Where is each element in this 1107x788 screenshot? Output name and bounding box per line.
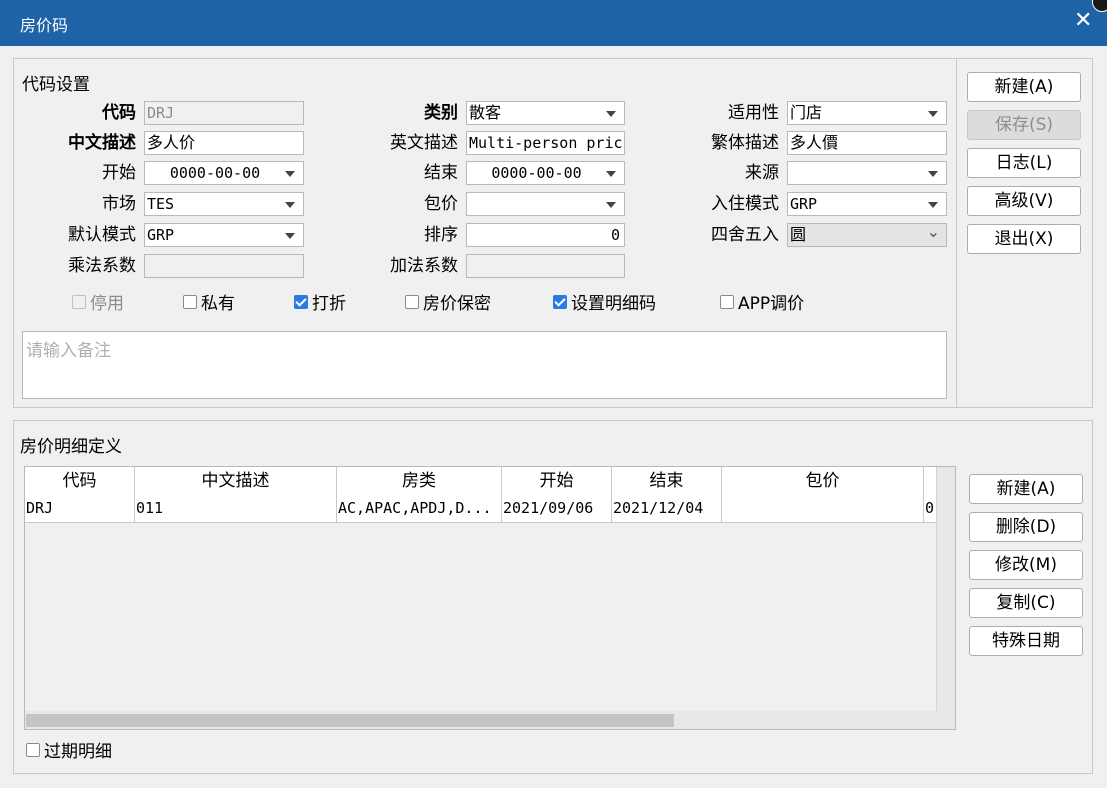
table-header: 代码 中文描述 房类 开始 结束 包价 <box>25 467 937 496</box>
default-mode-label: 默认模式 <box>68 225 136 245</box>
tw-desc-field[interactable]: 多人價 <box>787 131 947 155</box>
window-title: 房价码 <box>20 16 69 35</box>
new-button[interactable]: 新建(A) <box>967 72 1081 102</box>
table-row[interactable]: DRJ 011 AC,APAC,APDJ,D... 2021/09/06 202… <box>25 495 937 523</box>
applicability-label: 适用性 <box>728 103 779 123</box>
column-header-end[interactable]: 结束 <box>612 467 722 495</box>
scrollbar-thumb[interactable] <box>26 714 674 727</box>
sort-label: 排序 <box>424 225 458 245</box>
detail-modify-button[interactable]: 修改(M) <box>969 550 1083 580</box>
end-date-select[interactable]: 0000-00-00 <box>466 161 625 185</box>
code-settings-title: 代码设置 <box>22 75 90 95</box>
applicability-select[interactable]: 门店 <box>787 101 947 125</box>
checkbox-box <box>720 295 734 309</box>
start-date-select[interactable]: 0000-00-00 <box>144 161 304 185</box>
close-icon[interactable]: ✕ <box>1074 8 1092 33</box>
source-select[interactable] <box>787 161 947 185</box>
checkin-mode-select[interactable]: GRP <box>787 192 947 216</box>
cn-desc-field[interactable]: 多人价 <box>144 131 304 155</box>
code-label: 代码 <box>102 103 136 123</box>
mult-factor-label: 乘法系数 <box>68 256 136 276</box>
checkbox-box <box>183 295 197 309</box>
rounding-select[interactable]: 圆 <box>787 223 947 247</box>
market-select[interactable]: TES <box>144 192 304 216</box>
end-label: 结束 <box>424 163 458 183</box>
detail-new-button[interactable]: 新建(A) <box>969 474 1083 504</box>
advanced-button[interactable]: 高级(V) <box>967 186 1081 216</box>
horizontal-scrollbar[interactable] <box>25 711 955 729</box>
checkbox-label: APP调价 <box>738 294 805 314</box>
rate-detail-table[interactable]: 代码 中文描述 房类 开始 结束 包价 DRJ 011 AC,APAC,APDJ… <box>24 466 956 730</box>
add-factor-field[interactable] <box>466 254 625 278</box>
source-label: 来源 <box>745 163 779 183</box>
checkbox-label: 私有 <box>201 294 235 314</box>
vertical-scrollbar[interactable] <box>936 467 955 711</box>
checkbox-label: 打折 <box>312 294 346 314</box>
checkbox-box <box>72 295 86 309</box>
rate-secret-checkbox[interactable]: 房价保密 <box>405 292 491 316</box>
rounding-label: 四舍五入 <box>711 225 779 245</box>
cell-code: DRJ <box>25 495 135 522</box>
disabled-checkbox[interactable]: 停用 <box>72 292 124 316</box>
detail-delete-button[interactable]: 删除(D) <box>969 512 1083 542</box>
app-price-checkbox[interactable]: APP调价 <box>720 292 804 316</box>
checkbox-checked-icon <box>553 295 567 309</box>
sort-field[interactable]: 0 <box>466 223 625 247</box>
discount-checkbox[interactable]: 打折 <box>294 292 346 316</box>
tw-desc-label: 繁体描述 <box>711 133 779 153</box>
column-header-start[interactable]: 开始 <box>502 467 612 495</box>
column-header-package[interactable]: 包价 <box>722 467 924 495</box>
exit-button[interactable]: 退出(X) <box>967 224 1081 254</box>
category-select[interactable]: 散客 <box>466 101 625 125</box>
market-label: 市场 <box>102 194 136 214</box>
cell-cn-desc: 011 <box>135 495 337 522</box>
mult-factor-field[interactable] <box>144 254 304 278</box>
special-date-button[interactable]: 特殊日期 <box>969 626 1083 656</box>
detail-code-checkbox[interactable]: 设置明细码 <box>553 292 656 316</box>
column-header-room-type[interactable]: 房类 <box>337 467 502 495</box>
code-field[interactable]: DRJ <box>144 101 304 125</box>
default-mode-select[interactable]: GRP <box>144 223 304 247</box>
checkin-mode-label: 入住模式 <box>711 194 779 214</box>
checkbox-checked-icon <box>294 295 308 309</box>
start-label: 开始 <box>102 163 136 183</box>
private-checkbox[interactable]: 私有 <box>183 292 235 316</box>
checkbox-box <box>26 743 40 757</box>
category-label: 类别 <box>424 103 458 123</box>
checkbox-label: 停用 <box>90 294 124 314</box>
column-header-code[interactable]: 代码 <box>25 467 135 495</box>
checkbox-label: 设置明细码 <box>571 294 656 314</box>
checkbox-label: 过期明细 <box>44 742 112 762</box>
cell-start: 2021/09/06 <box>502 495 612 522</box>
detail-copy-button[interactable]: 复制(C) <box>969 588 1083 618</box>
start-date-value: 0000-00-00 <box>169 164 261 182</box>
package-select[interactable] <box>466 192 625 216</box>
end-date-value: 0000-00-00 <box>491 164 582 182</box>
expired-detail-checkbox[interactable]: 过期明细 <box>26 740 112 764</box>
checkbox-box <box>405 295 419 309</box>
cn-desc-label: 中文描述 <box>68 133 136 153</box>
cell-room-types: AC,APAC,APDJ,D... <box>337 495 502 522</box>
en-desc-field[interactable]: Multi-person pric <box>466 131 625 155</box>
title-bar: 房价码 ✕ <box>0 0 1107 46</box>
add-factor-label: 加法系数 <box>390 256 458 276</box>
checkbox-label: 房价保密 <box>423 294 491 314</box>
column-header-cn-desc[interactable]: 中文描述 <box>135 467 337 495</box>
memo-textarea[interactable]: 请输入备注 <box>22 331 947 399</box>
package-label: 包价 <box>424 194 458 214</box>
rate-detail-title: 房价明细定义 <box>20 437 122 457</box>
save-button[interactable]: 保存(S) <box>967 110 1081 140</box>
en-desc-label: 英文描述 <box>390 133 458 153</box>
cell-package <box>722 495 924 522</box>
cell-end: 2021/12/04 <box>612 495 722 522</box>
log-button[interactable]: 日志(L) <box>967 148 1081 178</box>
